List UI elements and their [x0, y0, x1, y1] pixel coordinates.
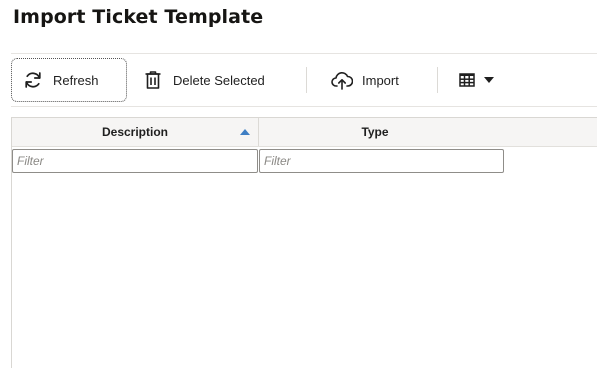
grid-header: Description Type: [12, 118, 597, 147]
column-header-type[interactable]: Type: [259, 118, 491, 146]
trash-icon: [144, 70, 162, 90]
toolbar-divider: [306, 67, 307, 93]
column-header-label: Type: [361, 125, 389, 139]
refresh-icon: [23, 70, 43, 90]
import-button[interactable]: Import: [331, 58, 399, 102]
chevron-down-icon: [484, 77, 494, 83]
refresh-button[interactable]: Refresh: [11, 58, 127, 102]
column-header-label: Description: [101, 125, 168, 139]
cloud-upload-icon: [331, 70, 353, 90]
description-filter-input[interactable]: [12, 149, 258, 173]
columns-menu-button[interactable]: [459, 58, 494, 102]
toolbar: Refresh Delete Selected Import: [11, 53, 597, 107]
page-title: Import Ticket Template: [13, 6, 264, 28]
delete-selected-label: Delete Selected: [173, 72, 265, 88]
table-grid-icon: [459, 73, 475, 87]
toolbar-divider: [437, 67, 438, 93]
data-grid: Description Type: [11, 117, 597, 368]
delete-selected-button[interactable]: Delete Selected: [144, 58, 265, 102]
sort-ascending-icon[interactable]: [240, 124, 250, 138]
type-filter-input[interactable]: [259, 149, 504, 173]
refresh-label: Refresh: [53, 72, 99, 88]
column-header-description[interactable]: Description: [12, 118, 259, 146]
import-label: Import: [362, 72, 399, 88]
